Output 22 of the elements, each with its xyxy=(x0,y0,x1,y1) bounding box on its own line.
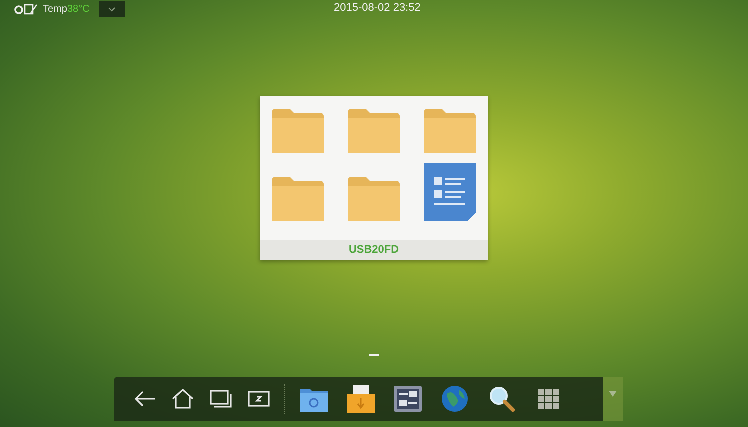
recent-apps-icon xyxy=(210,390,232,408)
triangle-icon xyxy=(608,391,616,397)
temperature-label: Temp xyxy=(43,4,68,14)
usb-drive-icon xyxy=(347,385,375,413)
settings-icon xyxy=(394,386,422,412)
chevron-icon xyxy=(108,6,116,12)
date-time: 2015-08-02 23:52 xyxy=(334,2,421,14)
temperature-value: 38°C xyxy=(67,4,90,14)
page-indicator xyxy=(369,354,379,356)
document-icon[interactable] xyxy=(424,163,476,221)
dock-handle[interactable] xyxy=(602,377,622,421)
app-grid-icon xyxy=(538,389,560,409)
dropdown-button[interactable] xyxy=(98,1,125,17)
back-icon xyxy=(134,391,156,407)
folder-name: USB20FD xyxy=(260,240,488,260)
home-icon xyxy=(172,389,194,409)
search-icon xyxy=(489,386,515,412)
screen-icon xyxy=(248,391,270,407)
status-icons xyxy=(14,3,40,15)
globe-icon xyxy=(442,386,468,412)
folder-icon xyxy=(300,386,328,412)
folder-card[interactable]: USB20FD xyxy=(260,96,488,260)
